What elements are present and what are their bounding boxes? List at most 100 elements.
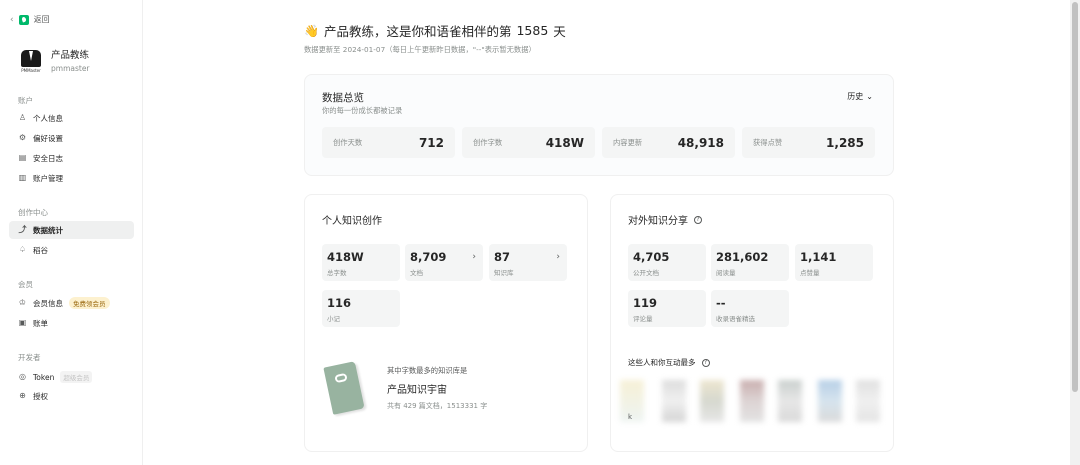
tile-label: 小记 xyxy=(327,315,340,323)
profile-name: 产品教练 xyxy=(51,50,90,61)
help-icon[interactable]: ? xyxy=(701,358,710,367)
sidebar-item-profile[interactable]: ♙ 个人信息 xyxy=(9,109,134,127)
sharing-title: 对外知识分享 xyxy=(628,216,688,227)
section-title-developer: 开发者 xyxy=(18,353,41,362)
tile-value: 418W xyxy=(327,250,364,264)
tile-value: -- xyxy=(716,296,726,310)
token-icon: ◎ xyxy=(19,372,26,381)
sidebar-item-label: 账单 xyxy=(33,318,48,328)
page-title: 👋 产品教练，这是你和语雀相伴的第 1585 天 xyxy=(304,21,566,40)
stat-value: 1,285 xyxy=(826,135,864,150)
personal-title: 个人知识创作 xyxy=(322,216,382,227)
sidebar-item-label: 数据统计 xyxy=(33,225,63,235)
profile: PMMaster 产品教练 pmmaster xyxy=(20,47,90,73)
avatar[interactable] xyxy=(778,380,802,422)
tile-label: 评论量 xyxy=(633,315,653,323)
overview-desc: 你的每一份成长都被记录 xyxy=(322,106,403,115)
yuque-logo-icon xyxy=(18,14,29,25)
chart-icon: ⤴ xyxy=(18,225,27,234)
help-icon[interactable]: ? xyxy=(694,215,702,224)
sharing-title-wrap: 对外知识分享 ? xyxy=(628,212,702,227)
sidebar-item-security-log[interactable]: ▤ 安全日志 xyxy=(9,149,134,167)
sidebar-item-label: 会员信息 xyxy=(33,298,63,308)
profile-handle: pmmaster xyxy=(51,64,90,73)
section-title-account: 账户 xyxy=(18,96,33,105)
sidebar-item-label: Token xyxy=(33,372,55,382)
scrollbar-thumb[interactable] xyxy=(1072,2,1078,392)
chevron-left-icon: ‹ xyxy=(10,14,14,25)
sidebar-item-authorization[interactable]: ⊕ 授权 xyxy=(9,387,134,405)
tile-comments: 119 评论量 xyxy=(628,290,706,327)
chevron-down-icon: ⌄ xyxy=(866,92,873,101)
section-title-member: 会员 xyxy=(18,280,33,289)
sidebar-item-rice[interactable]: ♤ 稻谷 xyxy=(9,241,134,259)
avatar[interactable] xyxy=(700,380,724,422)
chevron-right-icon: › xyxy=(556,252,560,262)
log-icon: ▤ xyxy=(18,153,27,162)
history-dropdown[interactable]: 历史 ⌄ xyxy=(847,91,873,102)
sidebar-item-label: 偏好设置 xyxy=(33,133,63,143)
sidebar-item-label: 账户管理 xyxy=(33,173,63,183)
tile-value: 1,141 xyxy=(800,250,837,264)
sidebar-item-account-management[interactable]: ▥ 账户管理 xyxy=(9,169,134,187)
interact-header: 这些人和你互动最多 ? xyxy=(628,357,710,368)
sidebar-item-label: 个人信息 xyxy=(33,113,63,123)
rice-icon: ♤ xyxy=(18,245,27,254)
tile-label: 收录语雀精选 xyxy=(716,315,755,323)
tile-label: 总字数 xyxy=(327,269,347,277)
sidebar-item-token[interactable]: ◎ Token 超级会员 xyxy=(9,368,134,386)
stat-word-count: 创作字数 418W xyxy=(462,127,595,158)
sidebar-item-statistics[interactable]: ⤴ 数据统计 xyxy=(9,221,134,239)
tile-value: 119 xyxy=(633,296,658,310)
gear-icon: ⚙ xyxy=(18,133,27,142)
stat-label: 创作字数 xyxy=(473,137,503,147)
tile-knowledge-bases[interactable]: 87 知识库 › xyxy=(489,244,567,281)
update-note: 数据更新至 2024-01-07（每日上午更新昨日数据，"--"表示暂无数据） xyxy=(304,45,536,54)
auth-icon: ⊕ xyxy=(19,391,26,400)
tile-public-docs: 4,705 公开文档 xyxy=(628,244,706,281)
book-icon xyxy=(322,361,368,416)
sidebar-item-preferences[interactable]: ⚙ 偏好设置 xyxy=(9,129,134,147)
avatar[interactable] xyxy=(818,380,842,422)
stat-value: 712 xyxy=(418,135,444,150)
sidebar-item-label: 稻谷 xyxy=(33,245,48,255)
avatar[interactable] xyxy=(740,380,764,422)
tile-documents[interactable]: 8,709 文档 › xyxy=(405,244,483,281)
sidebar-item-member-info[interactable]: ♔ 会员信息 免费领会员 xyxy=(9,294,134,312)
section-title-creation: 创作中心 xyxy=(18,208,48,217)
avatar[interactable] xyxy=(662,380,686,422)
stat-label: 获得点赞 xyxy=(753,137,783,147)
stat-creation-days: 创作天数 712 xyxy=(322,127,455,158)
stat-label: 内容更新 xyxy=(613,137,643,147)
stat-likes: 获得点赞 1,285 xyxy=(742,127,875,158)
free-member-badge[interactable]: 免费领会员 xyxy=(69,297,110,309)
wave-icon: 👋 xyxy=(304,23,319,38)
stat-value: 48,918 xyxy=(677,135,724,150)
stat-content-updates: 内容更新 48,918 xyxy=(602,127,735,158)
chevron-right-icon: › xyxy=(472,252,476,262)
most-words-book-name[interactable]: 产品知识宇宙 xyxy=(387,381,447,396)
tile-label: 阅读量 xyxy=(716,269,736,277)
tile-label: 公开文档 xyxy=(633,269,659,277)
back-button[interactable]: ‹ 返回 xyxy=(10,14,50,25)
tile-reads: 281,602 阅读量 xyxy=(711,244,789,281)
tile-value: 4,705 xyxy=(633,250,670,264)
tile-featured: -- 收录语雀精选 xyxy=(711,290,789,327)
tile-label: 点赞量 xyxy=(800,269,820,277)
interact-user-initial: k xyxy=(628,413,633,421)
stat-label: 创作天数 xyxy=(333,137,363,147)
scrollbar[interactable] xyxy=(1070,0,1080,465)
sidebar-item-bill[interactable]: ▣ 账单 xyxy=(9,314,134,332)
tile-notes: 116 小记 xyxy=(322,290,400,327)
tile-value: 116 xyxy=(327,296,352,310)
headline-suffix: 天 xyxy=(553,24,566,39)
avatar: PMMaster xyxy=(20,47,42,73)
most-words-meta: 共有 429 篇文档，1513331 字 xyxy=(387,402,488,410)
avatar[interactable] xyxy=(856,380,880,422)
tile-label: 文档 xyxy=(410,269,423,277)
sidebar-item-label: 授权 xyxy=(33,391,48,401)
user-icon: ♙ xyxy=(18,113,27,122)
stat-value: 418W xyxy=(545,135,584,150)
headline-days: 1585 xyxy=(516,23,549,38)
bill-icon: ▣ xyxy=(18,318,27,327)
